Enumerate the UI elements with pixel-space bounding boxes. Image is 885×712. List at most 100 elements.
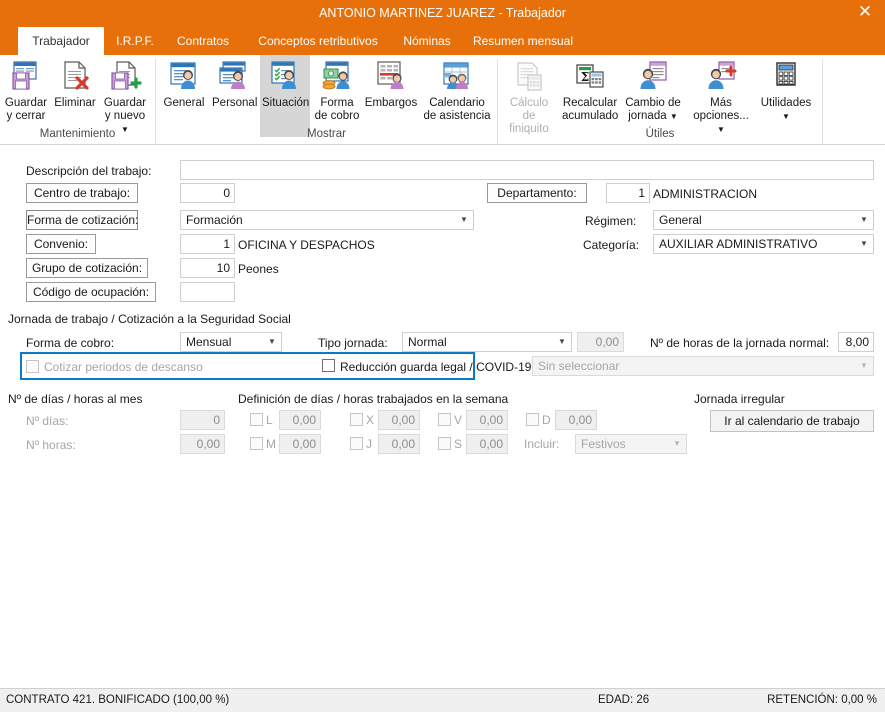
ribbon-personal-label: Personal [212, 97, 258, 109]
general-person-icon [160, 59, 208, 96]
day-checkbox-V[interactable] [438, 413, 451, 426]
ribbon-utilidades[interactable]: Utilidades ▼ [756, 57, 816, 125]
ribbon-eliminar-label: Eliminar [54, 97, 96, 109]
forma-cotizacion-value: Formación [186, 213, 243, 227]
ribbon-eliminar[interactable]: Eliminar [52, 57, 98, 125]
ribbon-embargos[interactable]: Embargos [362, 57, 420, 125]
convenio-name-value: OFICINA Y DESPACHOS [238, 238, 375, 252]
tipo-jornada-numeric-input: 0,00 [577, 332, 624, 352]
tipo-jornada-value: Normal [408, 335, 447, 349]
day-hours-S: 0,00 [466, 434, 508, 454]
cotizar-descanso-label: Cotizar periodos de descanso [44, 360, 203, 374]
ir-al-calendario-de-trabajo-button[interactable]: Ir al calendario de trabajo [710, 410, 874, 432]
tab-nominas[interactable]: Nóminas [396, 27, 458, 55]
regimen-select[interactable]: General ▼ [653, 210, 874, 230]
day-label-M: M [266, 437, 276, 451]
convenio-code-input[interactable]: 1 [180, 234, 235, 254]
chevron-down-icon[interactable]: ▼ [263, 333, 281, 351]
centro-trabajo-button[interactable]: Centro de trabajo: [26, 183, 138, 203]
incluir-select[interactable]: Festivos ▼ [575, 434, 687, 454]
reduccion-guarda-legal-checkbox[interactable] [322, 359, 335, 372]
status-retencion: RETENCIÓN: 0,00 % [767, 694, 877, 706]
ribbon-situacion[interactable]: Situación [260, 55, 310, 137]
tab-conceptos-retributivos[interactable]: Conceptos retributivos [244, 27, 392, 55]
num-dias-label: Nº días: [26, 414, 69, 428]
day-checkbox-D[interactable] [526, 413, 539, 426]
grupo-cotizacion-button[interactable]: Grupo de cotización: [26, 258, 148, 278]
horas-jornada-normal-input[interactable]: 8,00 [838, 332, 874, 352]
day-checkbox-S[interactable] [438, 437, 451, 450]
day-label-X: X [366, 413, 375, 427]
day-hours-D: 0,00 [555, 410, 597, 430]
close-icon[interactable]: ✕ [845, 0, 885, 27]
chevron-down-icon[interactable]: ▼ [855, 357, 873, 375]
garnishment-icon [362, 59, 420, 96]
ribbon-guardar-y-cerrar[interactable]: Guardar y cerrar [2, 57, 50, 125]
convenio-button[interactable]: Convenio: [26, 234, 96, 254]
reduccion-guarda-legal-select[interactable]: Sin seleccionar ▼ [532, 356, 874, 376]
day-hours-V: 0,00 [466, 410, 508, 430]
ribbon-forma-de-cobro-label: Forma de cobro [314, 97, 360, 122]
day-label-V: V [454, 413, 463, 427]
tab-trabajador[interactable]: Trabajador [18, 27, 104, 55]
num-dias-input: 0 [180, 410, 225, 430]
chevron-down-icon[interactable]: ▼ [668, 435, 686, 453]
incluir-value: Festivos [581, 437, 626, 451]
categoria-select[interactable]: AUXILIAR ADMINISTRATIVO ▼ [653, 234, 874, 254]
day-checkbox-L[interactable] [250, 413, 263, 426]
regimen-value: General [659, 213, 702, 227]
categoria-label: Categoría: [583, 238, 640, 252]
day-checkbox-M[interactable] [250, 437, 263, 450]
chevron-down-icon[interactable]: ▼ [855, 235, 873, 253]
forma-cotizacion-select[interactable]: Formación ▼ [180, 210, 474, 230]
forma-cobro-select[interactable]: Mensual ▼ [180, 332, 282, 352]
ribbon-general[interactable]: General [160, 57, 208, 125]
chevron-down-icon[interactable]: ▼ [553, 333, 571, 351]
ribbon-cambio-jornada-label: Cambio de jornada ▼ [625, 97, 681, 122]
personal-person-icon [210, 59, 258, 96]
categoria-value: AUXILIAR ADMINISTRATIVO [659, 237, 818, 251]
departamento-code-input[interactable]: 1 [606, 183, 650, 203]
day-label-S: S [454, 437, 463, 451]
chevron-down-icon[interactable]: ▼ [455, 211, 473, 229]
day-checkbox-X[interactable] [350, 413, 363, 426]
group-separator-3 [822, 122, 823, 144]
ribbon-guardar-y-nuevo[interactable]: Guardar y nuevo ▼ [100, 57, 150, 134]
ribbon-forma-de-cobro[interactable]: Forma de cobro [312, 57, 362, 125]
reduccion-guarda-legal-value: Sin seleccionar [538, 359, 620, 373]
ribbon-recalcular-acumulado[interactable]: Σ Recalcular acumulado [560, 57, 620, 125]
tipo-jornada-label: Tipo jornada: [318, 336, 388, 350]
ribbon-mas-opciones[interactable]: Más opciones... ▼ [686, 57, 756, 134]
tab-strip: Trabajador I.R.P.F. Contratos Conceptos … [0, 27, 885, 55]
chevron-down-icon[interactable]: ▼ [782, 112, 790, 121]
descripcion-trabajo-input[interactable] [180, 160, 874, 180]
workday-change-icon [622, 59, 684, 96]
tab-contratos[interactable]: Contratos [168, 27, 238, 55]
day-checkbox-J[interactable] [350, 437, 363, 450]
ribbon-cambio-de-jornada[interactable]: Cambio de jornada ▼ [622, 57, 684, 125]
reduccion-guarda-legal-label: Reducción guarda legal / COVID-19 [340, 360, 532, 374]
tipo-jornada-select[interactable]: Normal ▼ [402, 332, 572, 352]
semana-section-title: Definición de días / horas trabajados en… [238, 392, 509, 406]
forma-cobro-value: Mensual [186, 335, 232, 349]
chevron-down-icon[interactable]: ▼ [670, 112, 678, 121]
ribbon-group-mantenimiento: Mantenimiento [39, 128, 116, 140]
incluir-label: Incluir: [524, 437, 560, 451]
codigo-ocupacion-input[interactable] [180, 282, 235, 302]
tab-resumen-mensual[interactable]: Resumen mensual [464, 27, 582, 55]
chevron-down-icon[interactable]: ▼ [855, 211, 873, 229]
ribbon-personal[interactable]: Personal [210, 57, 258, 125]
num-horas-input: 0,00 [180, 434, 225, 454]
horas-jornada-normal-label: Nº de horas de la jornada normal: [650, 336, 830, 350]
ribbon-calendario-de-asistencia[interactable]: Calendario de asistencia [420, 57, 494, 125]
forma-cotizacion-button[interactable]: Forma de cotización: [26, 210, 138, 230]
jornada-irregular-section-title: Jornada irregular [694, 392, 785, 406]
cotizar-descanso-checkbox[interactable] [26, 360, 39, 373]
utilities-calculator-icon [756, 59, 816, 96]
attendance-calendar-icon [420, 59, 494, 96]
grupo-cotizacion-code-input[interactable]: 10 [180, 258, 235, 278]
centro-trabajo-input[interactable]: 0 [180, 183, 235, 203]
tab-irpf[interactable]: I.R.P.F. [106, 27, 164, 55]
departamento-button[interactable]: Departamento: [487, 183, 587, 203]
codigo-ocupacion-button[interactable]: Código de ocupación: [26, 282, 156, 302]
